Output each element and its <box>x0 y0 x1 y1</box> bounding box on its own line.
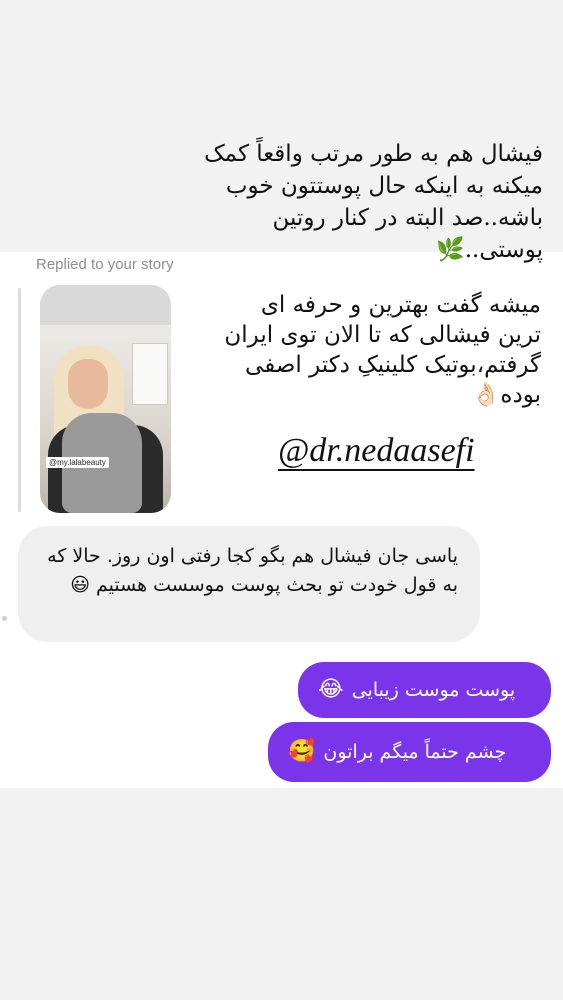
story-caption-middle: میشه گفت بهترین و حرفه ای ترین فیشالی که… <box>224 292 541 408</box>
laughing-emoji-icon: 😂 <box>318 677 344 702</box>
story-photo-face <box>68 359 108 409</box>
sent-message-bubble-2[interactable]: چشم حتماً میگم براتون 🥰 <box>268 722 551 782</box>
instagram-mention[interactable]: @dr.nedaasefi <box>278 432 528 470</box>
edge-dot <box>2 616 7 621</box>
reply-indicator-bar <box>18 288 21 512</box>
story-thumbnail[interactable]: @my.lalabeauty <box>40 285 171 513</box>
smiling-hearts-emoji-icon: 🥰 <box>288 739 316 764</box>
sent-message-text-2: چشم حتماً میگم براتون <box>323 741 507 763</box>
sent-message-bubble-1[interactable]: پوست موست زیبایی 😂 <box>298 662 551 718</box>
received-message-bubble[interactable]: یاسی جان فیشال هم بگو کجا رفتی اون روز. … <box>18 526 480 642</box>
received-message-text: یاسی جان فیشال هم بگو کجا رفتی اون روز. … <box>47 545 458 596</box>
replied-to-story-label: Replied to your story <box>36 256 174 273</box>
story-mention-tag: @my.lalabeauty <box>46 457 109 468</box>
story-photo-top <box>40 285 171 325</box>
bottom-background <box>0 788 563 1000</box>
story-caption-top: فیشال هم به طور مرتب واقعاً کمک میکنه به… <box>204 141 543 263</box>
sent-message-text-1: پوست موست زیبایی <box>351 679 516 701</box>
story-photo-window <box>132 343 168 405</box>
